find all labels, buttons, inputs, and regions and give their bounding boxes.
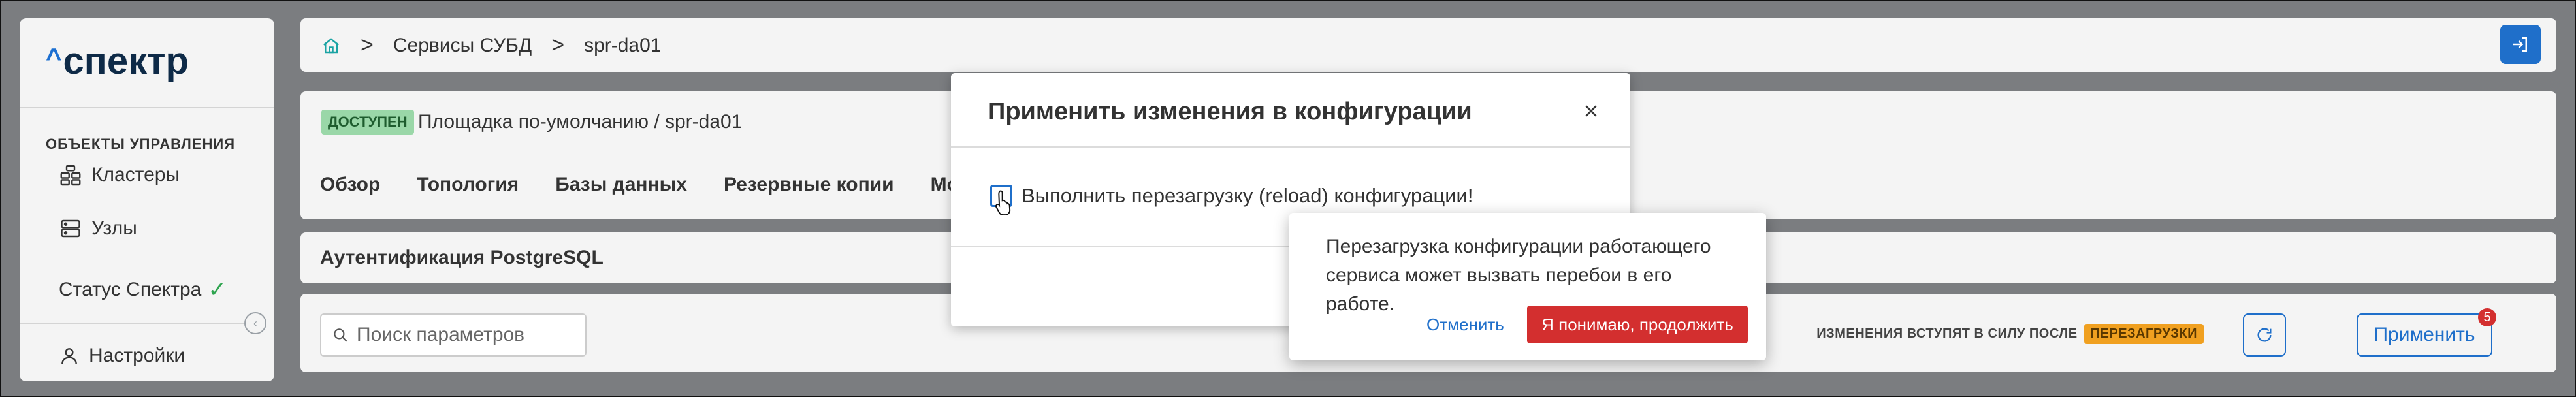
top-bar: > Сервисы СУБД > spr-da01	[300, 18, 2556, 72]
section-title: Аутентификация PostgreSQL	[320, 247, 604, 268]
breadcrumb-item-dbms-services[interactable]: Сервисы СУБД	[393, 35, 532, 57]
spectr-status[interactable]: Статус Спектра ✓	[59, 277, 227, 303]
collapse-sidebar-button[interactable]: ‹	[244, 312, 266, 334]
apply-button[interactable]: Применить	[2357, 313, 2492, 357]
sidebar-item-label: Настройки	[89, 345, 185, 366]
login-button[interactable]	[2500, 25, 2541, 64]
tab-backups[interactable]: Резервные копии	[724, 174, 894, 196]
breadcrumb-separator: >	[361, 33, 374, 57]
restart-badge: ПЕРЕЗАГРУЗКИ	[2084, 324, 2204, 344]
sign-in-icon	[2513, 37, 2527, 52]
breadcrumb-separator: >	[551, 33, 565, 57]
search-input[interactable]	[355, 323, 580, 347]
sidebar-divider	[20, 107, 274, 108]
status-badge: ДОСТУПЕН	[321, 110, 414, 135]
sidebar-item-clusters[interactable]: Кластеры	[59, 163, 180, 187]
dialog-close-button[interactable]	[1578, 98, 1604, 124]
search-field	[320, 313, 587, 357]
reload-checkbox-row[interactable]: Выполнить перезагрузку (reload) конфигур…	[990, 184, 1473, 208]
sidebar-divider-bottom	[20, 323, 244, 324]
sidebar: ^спектр ОБЪЕКТЫ УПРАВЛЕНИЯ Кластеры Узлы…	[20, 18, 274, 381]
hand-cursor-icon	[995, 190, 1011, 215]
restart-note: ИЗМЕНЕНИЯ ВСТУПЯТ В СИЛУ ПОСЛЕ ПЕРЕЗАГРУ…	[1816, 324, 2204, 344]
reload-checkbox-label: Выполнить перезагрузку (reload) конфигур…	[1022, 184, 1473, 207]
sidebar-item-label: Узлы	[91, 217, 137, 239]
tab-topology[interactable]: Топология	[417, 174, 519, 196]
apply-count-badge: 5	[2478, 308, 2496, 326]
restart-note-text: ИЗМЕНЕНИЯ ВСТУПЯТ В СИЛУ ПОСЛЕ	[1816, 326, 2078, 341]
close-icon	[1585, 105, 1597, 117]
dialog-title: Применить изменения в конфигурации	[988, 98, 1472, 125]
tab-bar: Обзор Топология Базы данных Резервные ко…	[320, 174, 1004, 196]
sidebar-section-caption: ОБЪЕКТЫ УПРАВЛЕНИЯ	[46, 136, 236, 152]
sidebar-item-label: Кластеры	[91, 164, 180, 185]
logo-caret: ^	[46, 42, 62, 73]
search-icon	[334, 328, 347, 342]
refresh-button[interactable]	[2243, 313, 2286, 357]
service-site-line: Площадка по-умолчанию / spr-da01	[418, 111, 743, 133]
tab-databases[interactable]: Базы данных	[555, 174, 687, 196]
breadcrumb-item-current: spr-da01	[584, 34, 662, 56]
nodes-icon	[61, 219, 80, 238]
breadcrumb: > Сервисы СУБД > spr-da01	[321, 33, 661, 58]
logo[interactable]: ^спектр	[46, 39, 189, 83]
tab-overview[interactable]: Обзор	[320, 174, 380, 196]
check-icon: ✓	[208, 278, 227, 302]
confirm-button[interactable]: Я понимаю, продолжить	[1527, 306, 1748, 343]
clusters-icon	[60, 165, 81, 186]
chevron-left-icon: ‹	[253, 316, 257, 330]
sidebar-item-nodes[interactable]: Узлы	[59, 217, 137, 240]
sidebar-item-settings[interactable]: Настройки	[59, 345, 185, 367]
user-icon	[61, 348, 77, 364]
home-icon[interactable]	[321, 36, 341, 56]
reload-confirm-popover: Перезагрузка конфигурации работающего се…	[1289, 213, 1766, 360]
refresh-icon	[2257, 328, 2272, 342]
status-label: Статус Спектра	[59, 279, 202, 300]
logo-text: спектр	[63, 40, 189, 82]
cancel-button[interactable]: Отменить	[1426, 306, 1504, 343]
dialog-divider	[951, 146, 1630, 148]
